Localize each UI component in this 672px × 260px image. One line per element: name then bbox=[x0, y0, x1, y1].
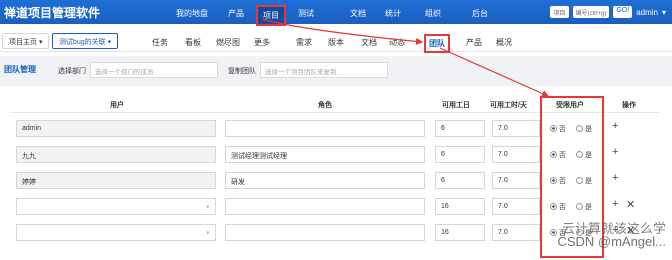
nav-my[interactable]: 我的地盘 bbox=[176, 8, 208, 19]
user-field[interactable]: 婷婷 bbox=[16, 172, 216, 189]
tab-task[interactable]: 任务 bbox=[152, 37, 168, 48]
dept-label: 选择部门 bbox=[58, 68, 86, 75]
role-field[interactable] bbox=[225, 198, 425, 215]
nav-org[interactable]: 组织 bbox=[425, 8, 441, 19]
tab-kanban[interactable]: 看板 bbox=[185, 37, 201, 48]
tab-build[interactable]: 版本 bbox=[328, 37, 344, 48]
role-field[interactable] bbox=[225, 224, 425, 241]
days-field[interactable]: 16 bbox=[435, 198, 485, 215]
chevron-down-icon: ▾ bbox=[206, 204, 210, 211]
app-title: 禅道项目管理软件 bbox=[4, 6, 101, 20]
days-field[interactable]: 6 bbox=[435, 172, 485, 189]
tab-overview[interactable]: 概况 bbox=[496, 37, 512, 48]
role-field[interactable] bbox=[225, 120, 425, 137]
tab-story[interactable]: 需求 bbox=[296, 37, 312, 48]
user-select[interactable] bbox=[16, 224, 216, 241]
col-hours: 可用工时/天 bbox=[490, 102, 527, 109]
dept-select[interactable]: 选择一个部门的成员 bbox=[90, 62, 218, 78]
col-user: 用户 bbox=[110, 102, 124, 109]
col-role: 角色 bbox=[318, 102, 332, 109]
nav-stats[interactable]: 统计 bbox=[385, 8, 401, 19]
tab-more[interactable]: 更多 bbox=[254, 37, 270, 48]
hours-field[interactable]: 7.0 bbox=[492, 224, 540, 241]
project-name: 测试bug的关联 bbox=[59, 39, 106, 46]
top-navbar: 禅道项目管理软件 我的地盘 产品 项目 测试 文档 统计 组织 后台 项目 编号… bbox=[0, 0, 672, 26]
col-actions: 操作 bbox=[622, 102, 636, 109]
user-field[interactable]: admin bbox=[16, 120, 216, 137]
add-row-icon[interactable]: + bbox=[612, 198, 618, 210]
project-subnav: 项目主页 ▾ 测试bug的关联 ▾ 任务 看板 燃尽图 更多 需求 版本 文档 … bbox=[0, 28, 672, 53]
role-field[interactable]: 测试经理测试经理 bbox=[225, 146, 425, 163]
copy-team-select[interactable]: 选择一个项目团队来复制 bbox=[260, 62, 388, 78]
search-input[interactable]: 编号(ctrl+g) bbox=[572, 6, 610, 18]
tab-product[interactable]: 产品 bbox=[466, 37, 482, 48]
project-home-label: 项目主页 bbox=[9, 39, 37, 46]
add-row-icon[interactable]: + bbox=[612, 146, 618, 158]
days-field[interactable]: 16 bbox=[435, 224, 485, 241]
project-switcher[interactable]: 测试bug的关联 ▾ bbox=[52, 33, 119, 49]
add-row-icon[interactable]: + bbox=[612, 172, 618, 184]
project-home-button[interactable]: 项目主页 ▾ bbox=[2, 33, 50, 49]
tab-team[interactable]: 团队 bbox=[424, 34, 450, 53]
tab-burndown[interactable]: 燃尽图 bbox=[216, 37, 240, 48]
hours-field[interactable]: 7.0 bbox=[492, 146, 540, 163]
days-field[interactable]: 6 bbox=[435, 146, 485, 163]
user-select[interactable] bbox=[16, 198, 216, 215]
days-field[interactable]: 6 bbox=[435, 120, 485, 137]
close-icon[interactable]: ✕ bbox=[626, 198, 635, 211]
chevron-down-icon[interactable]: ▾ bbox=[662, 8, 666, 17]
role-field[interactable]: 研发 bbox=[225, 172, 425, 189]
go-button[interactable]: GO! bbox=[613, 6, 633, 18]
nav-product[interactable]: 产品 bbox=[228, 8, 244, 19]
tab-dynamic[interactable]: 动态 bbox=[389, 37, 405, 48]
nav-project[interactable]: 项目 bbox=[256, 5, 286, 26]
user-field[interactable]: 九九 bbox=[16, 146, 216, 163]
copy-team-label: 复制团队 bbox=[228, 68, 256, 75]
col-days: 可用工日 bbox=[442, 102, 470, 109]
nav-test[interactable]: 测试 bbox=[298, 8, 314, 19]
filter-bar: 团队管理 选择部门 选择一个部门的成员 复制团队 选择一个项目团队来复制 bbox=[0, 56, 672, 86]
hours-field[interactable]: 7.0 bbox=[492, 198, 540, 215]
hours-field[interactable]: 7.0 bbox=[492, 120, 540, 137]
user-menu[interactable]: admin bbox=[636, 8, 658, 17]
search-scope-select[interactable]: 项目 bbox=[550, 6, 569, 18]
hours-field[interactable]: 7.0 bbox=[492, 172, 540, 189]
nav-doc[interactable]: 文档 bbox=[350, 8, 366, 19]
chevron-down-icon: ▾ bbox=[206, 230, 210, 237]
watermark: CSDN @mAngel... bbox=[557, 234, 666, 249]
add-row-icon[interactable]: + bbox=[612, 120, 618, 132]
tab-doc[interactable]: 文档 bbox=[361, 37, 377, 48]
nav-admin[interactable]: 后台 bbox=[472, 8, 488, 19]
team-manage-tab[interactable]: 团队管理 bbox=[4, 64, 36, 75]
